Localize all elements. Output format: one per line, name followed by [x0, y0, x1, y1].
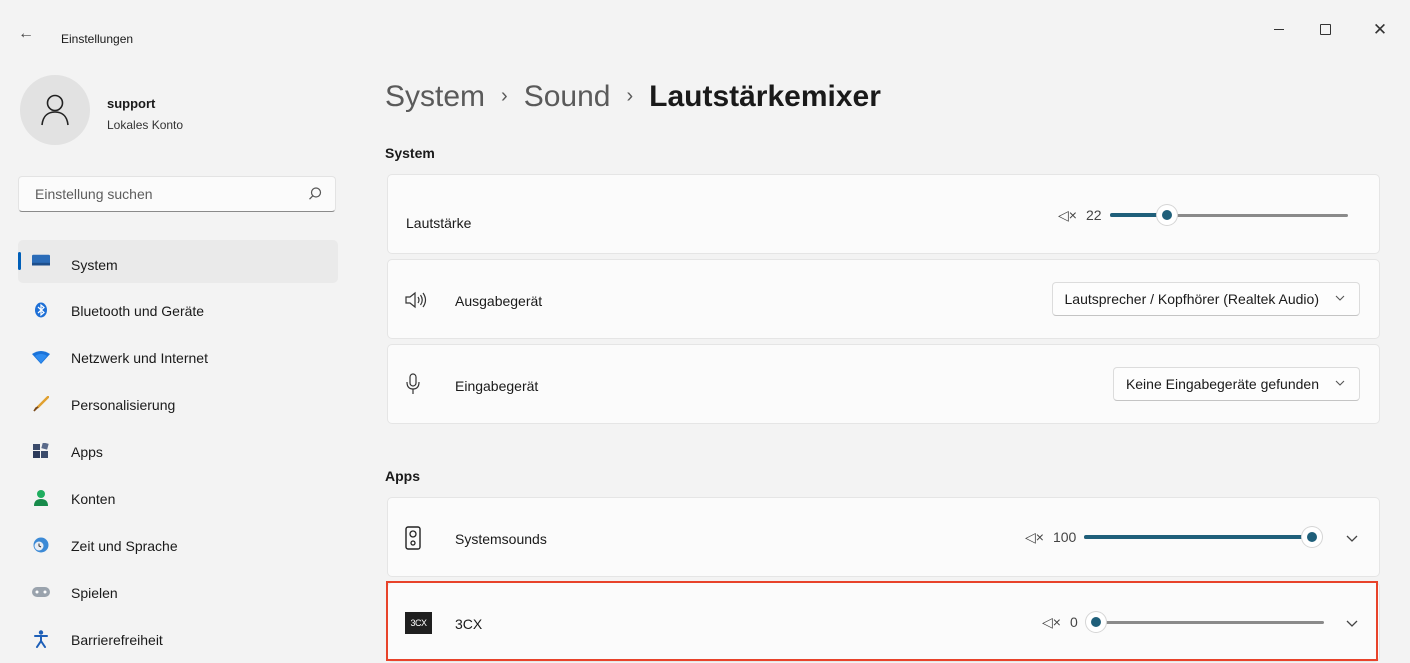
close-icon: ✕: [1372, 19, 1388, 39]
chevron-down-icon: [1335, 295, 1345, 301]
sidebar-item-bluetooth[interactable]: Bluetooth und Geräte: [18, 287, 338, 334]
highlight-box: [386, 581, 1378, 661]
minimize-icon: [1274, 28, 1284, 30]
app-volume-control: ◁× 100: [1025, 527, 1323, 547]
output-device-value: Lautsprecher / Kopfhörer (Realtek Audio): [1064, 291, 1319, 307]
brush-icon: [32, 395, 50, 413]
sidebar-item-label: Bluetooth und Geräte: [71, 303, 205, 319]
bluetooth-icon: [32, 301, 50, 319]
input-device-card: Eingabegerät Keine Eingabegeräte gefunde…: [387, 344, 1380, 424]
sidebar-item-accounts[interactable]: Konten: [18, 475, 338, 522]
close-button[interactable]: ✕: [1357, 14, 1403, 44]
section-heading-apps: Apps: [385, 468, 420, 484]
sidebar-item-label: Zeit und Sprache: [71, 538, 178, 554]
user-name: support: [107, 96, 156, 111]
breadcrumb-system[interactable]: System: [385, 80, 485, 113]
sidebar-item-label: Barrierefreiheit: [71, 632, 163, 648]
sidebar-item-label: System: [71, 257, 118, 273]
sidebar-item-personalization[interactable]: Personalisierung: [18, 381, 338, 428]
master-volume-control: ◁× 22: [1058, 205, 1348, 225]
app-volume-value: 100: [1052, 529, 1077, 545]
back-arrow-icon[interactable]: ←: [18, 26, 34, 42]
sidebar-item-label: Personalisierung: [71, 397, 176, 413]
maximize-icon: [1319, 23, 1331, 35]
search-icon[interactable]: [307, 186, 323, 202]
monitor-icon: [32, 252, 50, 270]
app-name: Systemsounds: [455, 531, 547, 547]
volume-value: 22: [1085, 207, 1102, 223]
person-outline-icon: [41, 94, 69, 126]
search-box[interactable]: [18, 176, 336, 212]
avatar[interactable]: [20, 75, 90, 145]
title-bar: ← Einstellungen ✕: [0, 0, 1410, 47]
apps-icon: [32, 442, 50, 460]
wifi-icon: [32, 348, 50, 366]
sidebar-item-label: Konten: [71, 491, 116, 507]
account-type: Lokales Konto: [107, 118, 184, 132]
slider-thumb[interactable]: [1302, 527, 1323, 547]
input-device-dropdown[interactable]: Keine Eingabegeräte gefunden: [1112, 367, 1360, 401]
expand-chevron-icon[interactable]: [1346, 535, 1358, 542]
minimize-button[interactable]: [1256, 14, 1302, 44]
person-icon: [32, 489, 50, 507]
microphone-icon: [405, 373, 421, 395]
breadcrumb-sound[interactable]: Sound: [524, 80, 611, 113]
page-title: Lautstärkemixer: [649, 80, 881, 113]
master-volume-slider[interactable]: [1109, 205, 1348, 225]
muted-speaker-icon[interactable]: ◁×: [1025, 529, 1044, 546]
gamepad-icon: [32, 583, 50, 601]
sidebar-nav: System Bluetooth und Geräte Netzwerk und…: [18, 240, 338, 663]
app-volume-slider[interactable]: [1084, 527, 1323, 547]
breadcrumb-separator: ›: [501, 85, 508, 107]
sidebar-item-label: Netzwerk und Internet: [71, 350, 208, 366]
sidebar-item-label: Spielen: [71, 585, 118, 601]
input-device-value: Keine Eingabegeräte gefunden: [1125, 376, 1319, 392]
input-device-label: Eingabegerät: [455, 378, 539, 394]
active-indicator: [18, 252, 21, 270]
search-input[interactable]: [33, 185, 287, 203]
slider-fill: [1084, 535, 1313, 539]
sidebar-item-gaming[interactable]: Spielen: [18, 569, 338, 616]
output-device-label: Ausgabegerät: [455, 293, 543, 309]
sidebar-item-apps[interactable]: Apps: [18, 428, 338, 475]
slider-thumb[interactable]: [1157, 205, 1178, 225]
speaker-icon: [405, 291, 427, 309]
app-title: Einstellungen: [61, 32, 134, 46]
globe-clock-icon: [32, 536, 50, 554]
volume-card: Lautstärke ◁× 22: [387, 174, 1380, 254]
output-device-card: Ausgabegerät Lautsprecher / Kopfhörer (R…: [387, 259, 1380, 339]
breadcrumb-separator: ›: [626, 85, 634, 107]
accessibility-icon: [32, 630, 50, 648]
volume-label: Lautstärke: [406, 215, 472, 231]
sidebar-item-accessibility[interactable]: Barrierefreiheit: [18, 616, 338, 663]
breadcrumb: System › Sound › Lautstärkemixer: [385, 80, 881, 114]
maximize-button[interactable]: [1302, 14, 1348, 44]
output-device-dropdown[interactable]: Lautsprecher / Kopfhörer (Realtek Audio): [1051, 282, 1360, 316]
sidebar-item-label: Apps: [71, 444, 103, 460]
sidebar-item-time-language[interactable]: Zeit und Sprache: [18, 522, 338, 569]
chevron-down-icon: [1335, 380, 1345, 386]
sidebar-item-system[interactable]: System: [18, 240, 338, 283]
section-heading-system: System: [385, 145, 435, 161]
app-row-systemsounds: Systemsounds ◁× 100: [387, 497, 1380, 577]
system-speaker-icon: [405, 526, 421, 550]
sidebar-item-network[interactable]: Netzwerk und Internet: [18, 334, 338, 381]
muted-speaker-icon[interactable]: ◁×: [1058, 207, 1077, 224]
